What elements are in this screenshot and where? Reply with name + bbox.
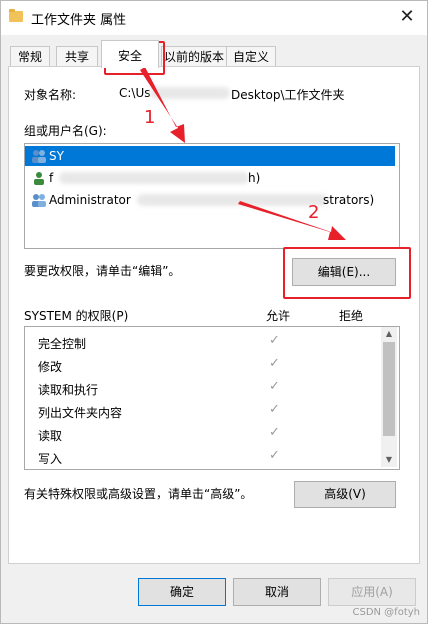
tab-previous-versions[interactable]: 以前的版本 [161, 46, 227, 67]
ok-button[interactable]: 确定 [138, 578, 226, 606]
redacted-path [150, 87, 230, 99]
scroll-down-arrow-icon[interactable]: ▼ [381, 453, 397, 467]
redacted-user [59, 172, 249, 184]
user-icon [34, 172, 44, 185]
object-name-label: 对象名称: [24, 88, 77, 102]
advanced-button[interactable]: 高级(V) [294, 481, 396, 508]
object-name-value-prefix: C:\Us [119, 86, 151, 100]
apply-button[interactable]: 应用(A) [328, 578, 416, 606]
user-row-administrators[interactable]: Administrator strators) [25, 190, 395, 210]
allow-column-header: 允许 [266, 309, 291, 323]
allow-check-icon: ✓ [269, 356, 280, 371]
redacted-user [137, 194, 327, 206]
permission-row: 列出文件夹内容 [38, 406, 123, 420]
scroll-up-arrow-icon[interactable]: ▲ [381, 327, 397, 341]
permission-row: 读取和执行 [38, 383, 99, 397]
user-row-2[interactable]: f h) [25, 168, 395, 188]
allow-check-icon: ✓ [269, 379, 280, 394]
deny-column-header: 拒绝 [339, 309, 364, 323]
object-name-value-suffix: Desktop\工作文件夹 [231, 88, 345, 102]
user-suffix: h) [248, 171, 261, 185]
user-row-system[interactable]: SY [25, 146, 395, 166]
tab-general[interactable]: 常规 [10, 46, 50, 67]
user-list[interactable]: SY f h) Administrator strators) [24, 143, 400, 249]
permission-row: 修改 [38, 360, 63, 374]
change-permissions-hint: 要更改权限，请单击“编辑”。 [24, 264, 181, 278]
advanced-hint: 有关特殊权限或高级设置，请单击“高级”。 [24, 487, 253, 501]
users-group-icon [32, 194, 46, 207]
user-name: f [49, 171, 54, 185]
allow-check-icon: ✓ [269, 425, 280, 440]
permission-row: 完全控制 [38, 337, 87, 351]
users-group-icon [32, 150, 46, 163]
annotation-number-2: 2 [308, 202, 320, 223]
tab-sharing[interactable]: 共享 [56, 46, 98, 67]
annotation-box-edit-button [283, 247, 411, 299]
allow-check-icon: ✓ [269, 333, 280, 348]
tab-customize[interactable]: 自定义 [226, 46, 276, 67]
permissions-header: SYSTEM 的权限(P) [24, 309, 129, 323]
permissions-list: 完全控制 ✓ 修改 ✓ 读取和执行 ✓ 列出文件夹内容 ✓ 读取 ✓ 写入 ✓ [24, 326, 400, 470]
user-suffix: strators) [323, 193, 375, 207]
folder-icon [9, 9, 23, 22]
allow-check-icon: ✓ [269, 402, 280, 417]
permission-row: 写入 [38, 452, 63, 466]
close-icon[interactable]: ✕ [396, 6, 418, 28]
user-name: SY [49, 149, 64, 163]
tab-security[interactable]: 安全 [101, 40, 159, 68]
watermark: CSDN @fotyh [352, 607, 420, 618]
window-title: 工作文件夹 属性 [31, 13, 127, 28]
allow-check-icon: ✓ [269, 448, 280, 463]
group-user-label: 组或用户名(G): [24, 124, 107, 138]
user-name: Administrator [49, 193, 131, 207]
scroll-thumb[interactable] [383, 342, 395, 436]
permission-row: 读取 [38, 429, 63, 443]
annotation-number-1: 1 [144, 107, 156, 128]
cancel-button[interactable]: 取消 [233, 578, 321, 606]
